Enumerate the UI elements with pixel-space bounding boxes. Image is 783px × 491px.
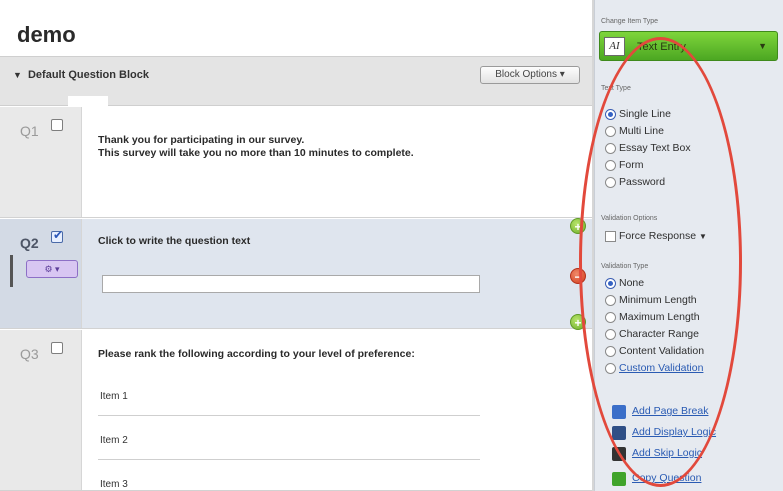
text-type-option-essay[interactable]: Essay Text Box (605, 142, 691, 156)
question-select-checkbox[interactable] (51, 342, 63, 354)
question-properties-panel: Change Item Type AI Text Entry ▼ Text Ty… (594, 0, 783, 491)
chevron-down-icon: ▼ (758, 41, 767, 51)
question-row-q2[interactable]: Q2 ⚙ ▾ Click to write the question text (0, 219, 592, 329)
text-type-option-password[interactable]: Password (605, 176, 666, 190)
text-type-option-single-line[interactable]: Single Line (605, 108, 671, 122)
option-label: Essay Text Box (619, 142, 691, 154)
text-type-option-multi-line[interactable]: Multi Line (605, 125, 664, 139)
validation-options-label: Validation Options (601, 215, 658, 222)
add-skip-logic-link[interactable]: Add Skip Logic (632, 447, 702, 459)
question-body: Click to write the question text (82, 219, 592, 328)
validation-option-max-length[interactable]: Maximum Length (605, 311, 700, 325)
radio-button-icon[interactable] (605, 346, 616, 357)
radio-button-icon[interactable] (605, 295, 616, 306)
chevron-down-icon[interactable]: ▼ (699, 232, 707, 241)
copy-question-link[interactable]: Copy Question (632, 472, 701, 484)
text-type-option-form[interactable]: Form (605, 159, 644, 173)
rank-item[interactable]: Item 2 (98, 434, 480, 460)
active-question-indicator (10, 255, 13, 287)
option-label: Maximum Length (619, 311, 700, 323)
text-entry-answer-field[interactable] (102, 275, 480, 293)
radio-button-icon[interactable] (605, 126, 616, 137)
option-label: Password (619, 176, 666, 188)
validation-option-content[interactable]: Content Validation (605, 345, 705, 359)
page-break-icon (612, 405, 626, 419)
text-type-label: Text Type (601, 85, 631, 92)
question-body: Thank you for participating in our surve… (82, 107, 592, 217)
question-text[interactable]: Click to write the question text (98, 235, 250, 248)
survey-header: demo (0, 0, 592, 55)
radio-button-icon[interactable] (605, 160, 616, 171)
validation-option-character-range[interactable]: Character Range (605, 328, 699, 342)
question-sidebar: Q3 (0, 330, 82, 490)
validation-type-label: Validation Type (601, 263, 649, 270)
add-question-above-icon[interactable]: + (570, 218, 586, 234)
question-number: Q3 (20, 346, 39, 362)
option-label: Single Line (619, 108, 671, 120)
question-body: Please rank the following according to y… (82, 330, 592, 490)
option-label: None (619, 277, 645, 289)
question-select-checkbox[interactable] (51, 119, 63, 131)
custom-validation-link[interactable]: Custom Validation (619, 362, 703, 374)
item-type-label: Text Entry (637, 41, 686, 53)
delete-question-icon[interactable]: − (570, 268, 586, 284)
add-page-break-link[interactable]: Add Page Break (632, 405, 708, 417)
option-label: Form (619, 159, 644, 171)
question-number: Q2 (20, 235, 39, 251)
radio-button-icon[interactable] (605, 329, 616, 340)
item-type-dropdown[interactable]: AI Text Entry ▼ (599, 31, 778, 61)
question-gear-menu-button[interactable]: ⚙ ▾ (26, 260, 78, 278)
option-label: Multi Line (619, 125, 664, 137)
option-label: Content Validation (619, 345, 705, 357)
validation-option-none[interactable]: None (605, 277, 645, 291)
survey-title[interactable]: demo (17, 22, 76, 48)
question-text-line-1[interactable]: Thank you for participating in our surve… (98, 134, 304, 147)
question-block-header: ▼ Default Question Block Block Options ▾ (0, 56, 592, 108)
question-row-q3[interactable]: Q3 Please rank the following according t… (0, 330, 592, 491)
radio-button-icon[interactable] (605, 278, 616, 289)
question-text[interactable]: Please rank the following according to y… (98, 348, 415, 361)
display-logic-icon (612, 426, 626, 440)
force-response-label: Force Response (619, 230, 697, 242)
question-sidebar: Q2 ⚙ ▾ (0, 219, 82, 328)
change-item-type-label: Change Item Type (601, 18, 659, 25)
block-title[interactable]: ▼ Default Question Block (13, 69, 149, 81)
radio-button-icon[interactable] (605, 312, 616, 323)
radio-button-icon[interactable] (605, 363, 616, 374)
radio-button-icon[interactable] (605, 143, 616, 154)
rank-item[interactable]: Item 1 (98, 390, 480, 416)
add-question-below-icon[interactable]: + (570, 314, 586, 330)
skip-logic-icon (612, 447, 626, 461)
block-options-button[interactable]: Block Options ▾ (480, 66, 580, 84)
question-text-line-2[interactable]: This survey will take you no more than 1… (98, 147, 414, 160)
validation-option-custom[interactable]: Custom Validation (605, 362, 703, 376)
force-response-checkbox[interactable]: Force Response ▼ (605, 230, 707, 242)
question-row-q1[interactable]: Q1 Thank you for participating in our su… (0, 107, 592, 218)
text-entry-type-icon: AI (604, 37, 625, 56)
question-select-checkbox[interactable] (51, 228, 63, 243)
checkbox-icon[interactable] (605, 231, 616, 242)
block-title-label: Default Question Block (27, 69, 150, 81)
option-label: Character Range (619, 328, 699, 340)
option-label: Minimum Length (619, 294, 697, 306)
validation-option-min-length[interactable]: Minimum Length (605, 294, 697, 308)
collapse-triangle-icon[interactable]: ▼ (13, 70, 22, 80)
copy-question-icon (612, 472, 626, 486)
rank-item[interactable]: Item 3 (98, 478, 480, 491)
question-sidebar: Q1 (0, 107, 82, 217)
add-display-logic-link[interactable]: Add Display Logic (632, 426, 716, 438)
radio-button-icon[interactable] (605, 177, 616, 188)
radio-button-icon[interactable] (605, 109, 616, 120)
question-number: Q1 (20, 123, 39, 139)
